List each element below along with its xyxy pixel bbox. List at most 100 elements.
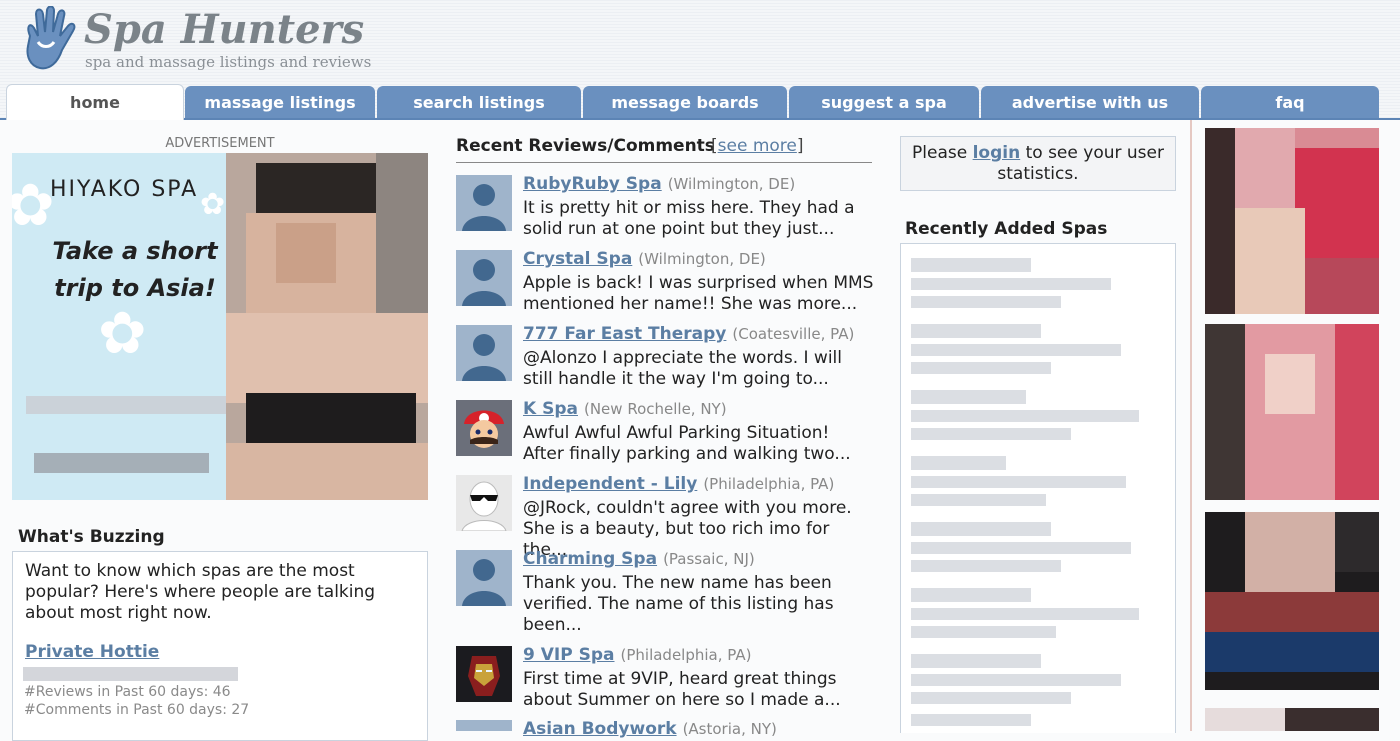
ad-obscured-text [34, 453, 209, 473]
bracket-close: ] [796, 136, 804, 156]
site-tagline: spa and massage listings and reviews [85, 53, 372, 71]
recent-spa-meta [911, 560, 1061, 572]
ad-copy: Take a short trip to Asia! [52, 237, 218, 302]
review-spa-name[interactable]: Crystal Spa [523, 249, 632, 269]
review-item: Charming Spa (Passaic, NJ) Thank you. The… [456, 549, 876, 635]
advertisement-banner[interactable]: ✿ ✿ ✿ HIYAKO SPA Take a short trip to As… [12, 153, 428, 500]
side-ad-1[interactable] [1205, 128, 1379, 314]
review-excerpt: @Alonzo I appreciate the words. I will s… [523, 348, 843, 389]
review-spa-name[interactable]: Asian Bodywork [523, 719, 677, 739]
side-ad-3[interactable] [1205, 512, 1379, 690]
tab-message-boards[interactable]: message boards [583, 86, 787, 118]
recent-spa-link[interactable] [911, 456, 1006, 470]
default-avatar-icon[interactable] [456, 175, 512, 231]
column-divider [1190, 120, 1192, 731]
recent-spa-link[interactable] [911, 258, 1031, 272]
review-spa-name[interactable]: K Spa [523, 399, 578, 419]
comments-stat: #Comments in Past 60 days: 27 [24, 702, 250, 718]
review-spa-link[interactable]: Asian Bodywork (Astoria, NY) [523, 719, 777, 739]
recent-spa-meta [911, 542, 1131, 554]
ironman-avatar-icon[interactable] [456, 646, 512, 702]
recent-spa-meta [911, 608, 1139, 620]
advertisement-label: ADVERTISEMENT [165, 136, 275, 151]
review-location: (Philadelphia, PA) [703, 475, 835, 493]
review-location: (Philadelphia, PA) [620, 646, 752, 664]
review-location: (New Rochelle, NY) [583, 400, 727, 418]
review-excerpt: First time at 9VIP, heard great things a… [523, 669, 841, 710]
sunglasses-avatar-icon[interactable] [456, 475, 512, 531]
recent-spa-link[interactable] [911, 390, 1026, 404]
review-excerpt: Awful Awful Awful Parking Situation! Aft… [523, 423, 851, 464]
obscured-text [23, 667, 238, 681]
review-spa-link[interactable]: Independent - Lily (Philadelphia, PA) [523, 474, 834, 494]
side-ad-4[interactable] [1205, 708, 1379, 731]
review-spa-name[interactable]: 777 Far East Therapy [523, 324, 726, 344]
reviews-stat: #Reviews in Past 60 days: 46 [24, 684, 231, 700]
recent-spa-meta [911, 362, 1051, 374]
review-spa-name[interactable]: Independent - Lily [523, 474, 697, 494]
review-spa-link[interactable]: 9 VIP Spa (Philadelphia, PA) [523, 645, 751, 665]
review-spa-link[interactable]: 777 Far East Therapy (Coatesville, PA) [523, 324, 854, 344]
review-spa-link[interactable]: RubyRuby Spa (Wilmington, DE) [523, 174, 795, 194]
site-title[interactable]: Spa Hunters [84, 6, 364, 53]
review-spa-link[interactable]: Charming Spa (Passaic, NJ) [523, 549, 755, 569]
recent-spa-meta [911, 674, 1121, 686]
login-prompt-text: to see your user statistics. [997, 143, 1164, 184]
review-spa-link[interactable]: K Spa (New Rochelle, NY) [523, 399, 727, 419]
review-excerpt: It is pretty hit or miss here. They had … [523, 198, 855, 239]
default-avatar-icon[interactable] [456, 550, 512, 606]
review-spa-name[interactable]: Charming Spa [523, 549, 657, 569]
top-spa-link[interactable]: Private Hottie [25, 642, 159, 662]
recent-spa-link[interactable] [911, 588, 1031, 602]
review-item: Independent - Lily (Philadelphia, PA) @JR… [456, 474, 876, 560]
review-location: (Astoria, NY) [682, 720, 777, 738]
review-spa-link[interactable]: Crystal Spa (Wilmington, DE) [523, 249, 766, 269]
whats-buzzing-panel: Want to know which spas are the most pop… [12, 551, 428, 741]
recent-spa-meta [911, 626, 1056, 638]
tab-search-listings[interactable]: search listings [377, 86, 581, 118]
default-avatar-icon[interactable] [456, 250, 512, 306]
tab-home[interactable]: home [6, 84, 184, 120]
flower-icon: ✿ [200, 187, 226, 222]
mario-avatar-icon[interactable] [456, 400, 512, 456]
side-ad-2[interactable] [1205, 324, 1379, 500]
recent-spa-meta [911, 296, 1061, 308]
recent-spa-meta [911, 278, 1111, 290]
hand-logo-icon[interactable] [20, 6, 78, 72]
tab-massage-listings[interactable]: massage listings [185, 86, 375, 118]
review-location: (Wilmington, DE) [638, 250, 766, 268]
recent-spa-link[interactable] [911, 324, 1041, 338]
whats-buzzing-title: What's Buzzing [18, 527, 165, 547]
login-prompt: Please login to see your user statistics… [900, 136, 1176, 191]
login-prompt-text: Please [912, 143, 973, 163]
flower-icon: ✿ [98, 299, 147, 367]
review-item: 9 VIP Spa (Philadelphia, PA) First time a… [456, 645, 876, 716]
see-more-wrapper: [see more] [711, 136, 804, 156]
default-avatar-icon[interactable] [456, 720, 512, 731]
default-avatar-icon[interactable] [456, 325, 512, 381]
recent-spa-meta [911, 714, 1031, 726]
login-link[interactable]: login [973, 143, 1021, 163]
recent-reviews-title: Recent Reviews/Comments [456, 136, 715, 156]
recently-added-list [900, 243, 1176, 733]
review-spa-name[interactable]: 9 VIP Spa [523, 645, 615, 665]
tab-faq[interactable]: faq [1201, 86, 1379, 118]
recent-spa-meta [911, 344, 1121, 356]
recently-added-title: Recently Added Spas [905, 219, 1108, 239]
buzzing-intro: Want to know which spas are the most pop… [25, 561, 376, 623]
review-location: (Coatesville, PA) [732, 325, 855, 343]
tab-advertise-with-us[interactable]: advertise with us [981, 86, 1199, 118]
see-more-link[interactable]: see more [718, 136, 797, 156]
recent-spa-link[interactable] [911, 654, 1041, 668]
ad-photo-pixelated [226, 153, 428, 500]
review-item: K Spa (New Rochelle, NY) Awful Awful Awfu… [456, 399, 876, 470]
review-excerpt: Apple is back! I was surprised when MMS … [523, 273, 874, 314]
tab-suggest-a-spa[interactable]: suggest a spa [789, 86, 979, 118]
recent-spa-meta [911, 494, 1046, 506]
ad-obscured-text [26, 396, 226, 414]
review-excerpt: Thank you. The new name has been verifie… [523, 573, 834, 635]
ad-brand-name: HIYAKO SPA [50, 177, 199, 202]
review-spa-name[interactable]: RubyRuby Spa [523, 174, 662, 194]
recent-spa-link[interactable] [911, 522, 1051, 536]
recent-spa-meta [911, 428, 1071, 440]
